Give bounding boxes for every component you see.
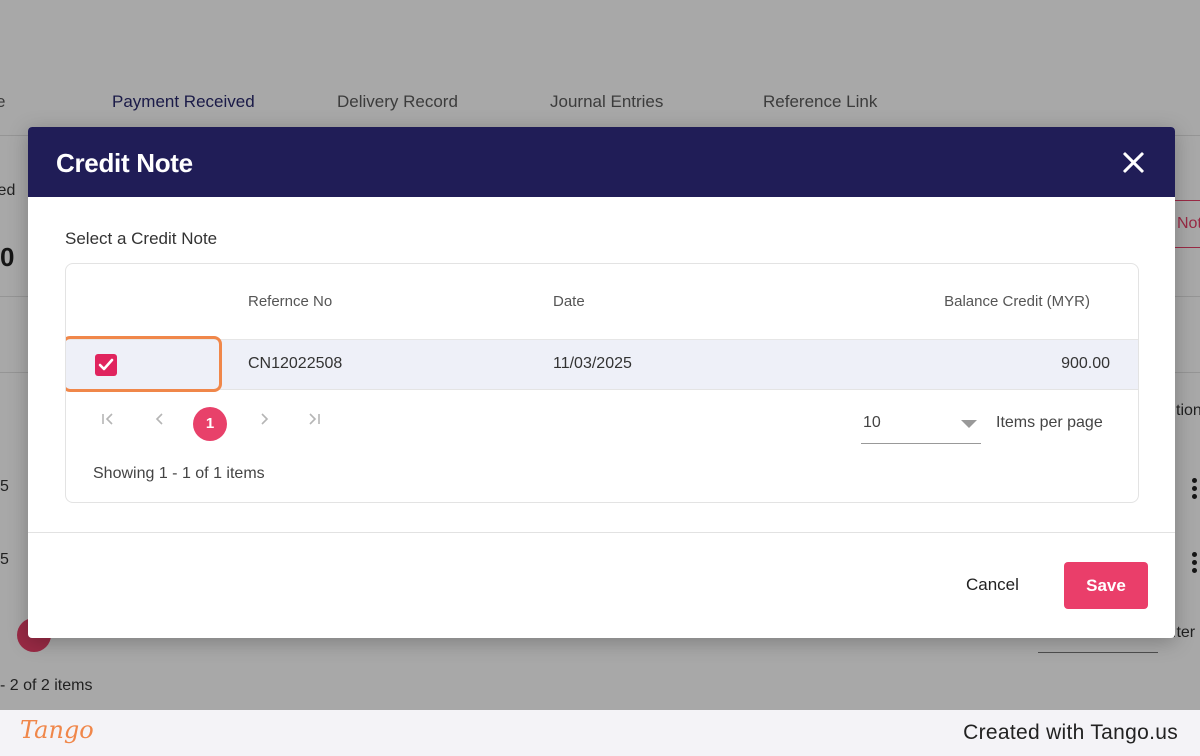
cell-date: 11/03/2025 bbox=[553, 355, 632, 372]
prev-page-icon[interactable] bbox=[150, 411, 170, 431]
tango-credit: Created with Tango.us bbox=[963, 721, 1178, 744]
column-header-balance[interactable]: Balance Credit (MYR) bbox=[944, 293, 1090, 310]
tango-footer: Tango Created with Tango.us bbox=[0, 710, 1200, 756]
click-highlight bbox=[66, 336, 222, 392]
items-per-page-value: 10 bbox=[863, 414, 881, 431]
dialog-subtitle: Select a Credit Note bbox=[65, 229, 218, 248]
items-per-page-label: Items per page bbox=[996, 414, 1103, 431]
check-icon bbox=[98, 358, 114, 371]
cell-reference: CN12022508 bbox=[248, 355, 343, 372]
table-row[interactable]: CN12022508 11/03/2025 900.00 bbox=[66, 336, 1138, 392]
close-icon[interactable] bbox=[1121, 150, 1145, 174]
dropdown-arrow-icon bbox=[961, 420, 977, 428]
next-page-icon[interactable] bbox=[254, 411, 274, 431]
dialog-divider bbox=[28, 532, 1175, 533]
pagination: 1 10 Items per page Showing 1 - 1 of 1 i… bbox=[66, 390, 1138, 502]
tango-logo: Tango bbox=[20, 716, 94, 744]
dialog-header: Credit Note bbox=[28, 127, 1175, 197]
column-header-reference[interactable]: Refernce No bbox=[248, 293, 332, 310]
dialog-title: Credit Note bbox=[56, 148, 193, 178]
showing-count: Showing 1 - 1 of 1 items bbox=[93, 465, 265, 482]
credit-note-dialog: Credit Note Select a Credit Note Refernc… bbox=[28, 127, 1175, 638]
credit-note-table: Refernce No Date Balance Credit (MYR) CN… bbox=[65, 263, 1139, 503]
column-header-date[interactable]: Date bbox=[553, 293, 585, 310]
last-page-icon[interactable] bbox=[304, 411, 324, 431]
page-button-current[interactable]: 1 bbox=[193, 407, 227, 441]
items-per-page-select[interactable]: 10 bbox=[861, 400, 981, 444]
save-button[interactable]: Save bbox=[1064, 562, 1148, 609]
table-header: Refernce No Date Balance Credit (MYR) bbox=[66, 264, 1138, 340]
cell-balance: 900.00 bbox=[1061, 355, 1110, 372]
first-page-icon[interactable] bbox=[98, 411, 118, 431]
row-checkbox[interactable] bbox=[95, 354, 117, 376]
cancel-button[interactable]: Cancel bbox=[962, 573, 1023, 597]
